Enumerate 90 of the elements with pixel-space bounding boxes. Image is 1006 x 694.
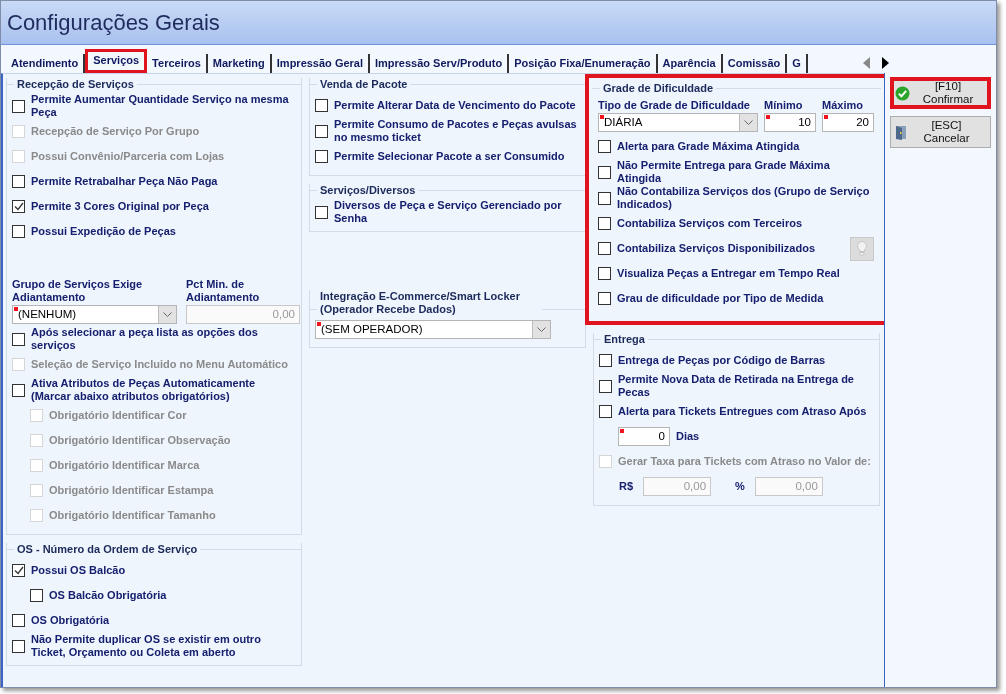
checkbox[interactable] [598,191,611,205]
field-label: Mínimo [764,99,804,112]
checkbox[interactable] [598,165,611,179]
group-title: Venda de Pacote [319,78,409,91]
checkbox-label: Visualiza Peças a Entregar em Tempo Real [617,267,840,280]
checkbox-label: Ativa Atributos de Peças Automaticamente (Marcar abaixo atributos obrigatórios) [31,377,257,403]
check-icon [895,85,910,101]
checkbox-label: Não Permite Entrega para Grade Máxima Atingida [617,159,831,185]
checkbox[interactable] [598,292,611,305]
checkbox-label: Permite Aumentar Quantidade Serviço na mesma Peça [31,93,290,119]
checkbox-label: Obrigatório Identificar Tamanho [49,509,216,522]
checkbox-label: Não Permite duplicar OS se existir em outro Ticket, Orçamento ou Coleta em aberto [31,633,262,659]
checkbox[interactable] [315,124,328,138]
dropdown[interactable]: (SEM OPERADOR) [315,320,551,339]
checkbox[interactable] [598,267,611,280]
checkbox[interactable] [12,564,25,577]
checkbox-label: Alerta para Tickets Entregues com Atraso Após [618,405,867,418]
field-label: Tipo de Grade de Dificuldade [598,99,751,112]
field-label: Máximo [822,99,864,112]
number-field[interactable]: 10 [764,113,816,132]
checkbox[interactable] [12,99,25,113]
checkbox-label: Obrigatório Identificar Observação [49,434,231,447]
checkbox-label: Grau de dificuldade por Tipo de Medida [617,292,824,305]
checkbox-label: Contabiliza Serviços com Terceiros [617,217,803,230]
chevron-down-icon [163,312,172,317]
checkbox-label: Permite Selecionar Pacote a ser Consumido [334,150,565,163]
scroll-left-icon[interactable] [862,57,872,69]
checkbox-label: Possui OS Balcão [31,564,126,577]
checkbox-label: Diversos de Peça e Serviço Gerenciado por Senha [334,199,563,225]
group-title: OS - Número da Ordem de Serviço [16,543,199,556]
checkbox[interactable] [12,175,25,188]
checkbox-label: Entrega de Peças por Código de Barras [618,354,826,367]
chevron-down-icon [744,120,753,125]
group-title: Recepção de Serviços [16,78,135,91]
currency-label: R$ [619,480,634,493]
checkbox[interactable] [598,217,611,230]
checkbox[interactable] [315,150,328,163]
checkbox-label: Permite 3 Cores Original por Peça [31,200,209,213]
checkbox-label: Seleção de Serviço Incluido no Menu Automático [31,358,288,371]
checkbox-label: Não Contabiliza Serviços dos (Grupo de Serviço Indicados) [617,185,871,211]
dropdown[interactable]: DIÁRIA [598,113,758,132]
checkbox-label: Recepção de Serviço Por Grupo [31,125,200,138]
checkbox-label: Gerar Taxa para Tickets com Atraso no Valor de: [618,455,871,468]
unit-label: Dias [676,430,700,443]
door-icon [895,124,907,140]
checkbox-label: Permite Consumo de Pacotes e Peças avulsas no mesmo ticket [334,118,578,144]
checkbox-label: Permite Nova Data de Retirada na Entrega de Pecas [618,373,855,399]
checkbox[interactable] [12,383,25,397]
checkbox[interactable] [12,200,25,213]
number-field[interactable]: 20 [822,113,874,132]
window-title: Configurações Gerais [7,9,220,37]
number-field[interactable]: 0 [618,427,670,446]
checkbox-label: OS Obrigatória [31,614,110,627]
group-title: Serviços/Diversos [319,184,417,197]
confirm-button[interactable]: [F10] Confirmar [890,77,991,109]
cancel-button[interactable]: [ESC] Cancelar [890,116,991,148]
checkbox-label: Alerta para Grade Máxima Atingida [617,140,800,153]
currency-label: % [735,480,745,493]
checkbox[interactable] [30,589,43,602]
checkbox[interactable] [598,242,611,255]
scroll-right-icon[interactable] [880,57,890,69]
checkbox[interactable] [12,225,25,238]
checkbox-label: Permite Alterar Data de Vencimento do Pacote [334,99,576,112]
checkbox-label: Contabiliza Serviços Disponibilizados [617,242,816,255]
tab[interactable]: Serviços [85,49,148,73]
field-label: Pct Min. de Adiantamento [186,278,261,304]
checkbox[interactable] [599,379,612,393]
checkbox[interactable] [12,332,25,346]
checkbox[interactable] [12,639,25,653]
checkbox[interactable] [315,99,328,112]
dropdown[interactable]: (NENHUM) [12,305,177,324]
checkbox[interactable] [12,614,25,627]
group-title: Grade de Dificuldade [602,82,715,95]
chevron-down-icon [537,327,546,332]
checkbox[interactable] [598,140,611,153]
checkbox[interactable] [315,205,328,219]
checkbox-label: Permite Retrabalhar Peça Não Paga [31,175,218,188]
group-title: Entrega [603,333,646,346]
field-label: Grupo de Serviços Exige Adiantamento [12,278,144,304]
checkbox-label: Após selecionar a peça lista as opções dos serviços [31,326,259,352]
checkbox[interactable] [599,405,612,418]
checkbox-label: Obrigatório Identificar Marca [49,459,200,472]
checkbox-label: Obrigatório Identificar Estampa [49,484,214,497]
checkbox-label: Obrigatório Identificar Cor [49,409,187,422]
checkbox-label: Possui Expedição de Peças [31,225,176,238]
checkbox-label: Possui Convênio/Parceria com Lojas [31,150,225,163]
checkbox-label: OS Balcão Obrigatória [49,589,167,602]
group-title: Integração E-Commerce/Smart Locker (Operador Recebe Dados) [319,290,521,316]
checkbox[interactable] [599,354,612,367]
lightbulb-icon [857,241,867,256]
